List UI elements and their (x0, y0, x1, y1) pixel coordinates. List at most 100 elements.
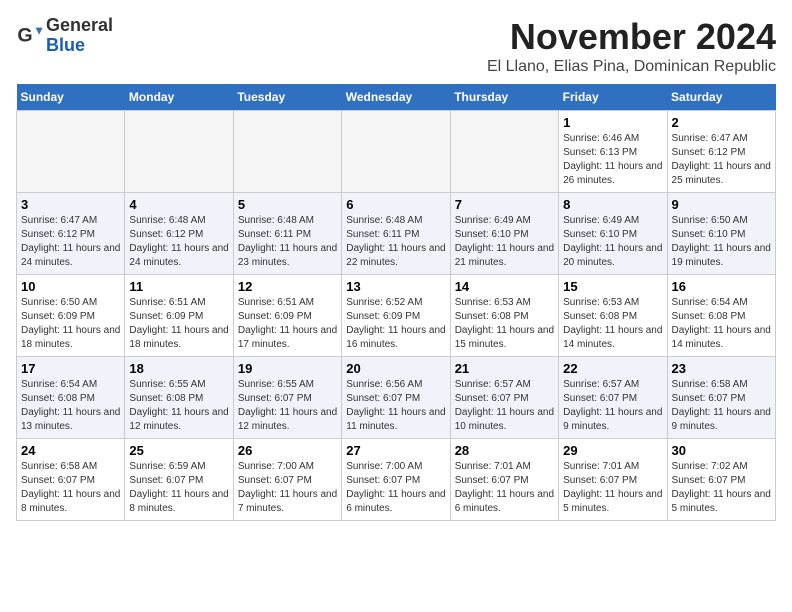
logo-blue: Blue (46, 35, 85, 55)
calendar-day-cell (450, 111, 558, 193)
day-number: 6 (346, 197, 445, 212)
day-info: Sunrise: 6:57 AM Sunset: 6:07 PM Dayligh… (563, 378, 662, 434)
calendar-week-row: 3Sunrise: 6:47 AM Sunset: 6:12 PM Daylig… (17, 193, 776, 275)
day-number: 1 (563, 115, 662, 130)
day-number: 25 (129, 443, 228, 458)
day-number: 4 (129, 197, 228, 212)
day-number: 15 (563, 279, 662, 294)
calendar-day-cell: 28 Sunrise: 7:01 AM Sunset: 6:07 PM Dayli… (450, 439, 558, 521)
calendar-day-cell: 8Sunrise: 6:49 AM Sunset: 6:10 PM Daylig… (559, 193, 667, 275)
calendar-day-cell: 23 Sunrise: 6:58 AM Sunset: 6:07 PM Dayli… (667, 357, 775, 439)
calendar-day-cell: 26 Sunrise: 7:00 AM Sunset: 6:07 PM Dayli… (233, 439, 341, 521)
calendar-day-cell: 7 Sunrise: 6:49 AM Sunset: 6:10 PM Daylig… (450, 193, 558, 275)
calendar-day-cell: 4 Sunrise: 6:48 AM Sunset: 6:12 PM Daylig… (125, 193, 233, 275)
day-number: 22 (563, 361, 662, 376)
day-info: Sunrise: 6:47 AM Sunset: 6:12 PM Dayligh… (21, 214, 120, 270)
day-info: Sunrise: 6:53 AM Sunset: 6:08 PM Dayligh… (563, 296, 662, 352)
calendar-body: 1 Sunrise: 6:46 AM Sunset: 6:13 PM Daylig… (17, 111, 776, 521)
calendar-day-cell: 11 Sunrise: 6:51 AM Sunset: 6:09 PM Dayli… (125, 275, 233, 357)
calendar-day-cell: 25 Sunrise: 6:59 AM Sunset: 6:07 PM Dayli… (125, 439, 233, 521)
calendar-day-cell (233, 111, 341, 193)
day-info: Sunrise: 6:51 AM Sunset: 6:09 PM Dayligh… (129, 296, 228, 352)
day-info: Sunrise: 6:50 AM Sunset: 6:09 PM Dayligh… (21, 296, 120, 352)
day-info: Sunrise: 6:48 AM Sunset: 6:11 PM Dayligh… (238, 214, 337, 270)
day-info: Sunrise: 6:48 AM Sunset: 6:12 PM Dayligh… (129, 214, 228, 270)
calendar-week-row: 10Sunrise: 6:50 AM Sunset: 6:09 PM Dayli… (17, 275, 776, 357)
day-number: 21 (455, 361, 554, 376)
day-number: 29 (563, 443, 662, 458)
calendar-day-cell: 12 Sunrise: 6:51 AM Sunset: 6:09 PM Dayli… (233, 275, 341, 357)
day-info: Sunrise: 6:57 AM Sunset: 6:07 PM Dayligh… (455, 378, 554, 434)
day-info: Sunrise: 6:46 AM Sunset: 6:13 PM Dayligh… (563, 132, 662, 188)
calendar-day-cell: 15 Sunrise: 6:53 AM Sunset: 6:08 PM Dayli… (559, 275, 667, 357)
day-number: 19 (238, 361, 337, 376)
calendar-day-cell: 19Sunrise: 6:55 AM Sunset: 6:07 PM Dayli… (233, 357, 341, 439)
day-info: Sunrise: 6:59 AM Sunset: 6:07 PM Dayligh… (129, 460, 228, 516)
calendar-day-cell: 18 Sunrise: 6:55 AM Sunset: 6:08 PM Dayli… (125, 357, 233, 439)
calendar-day-cell: 24Sunrise: 6:58 AM Sunset: 6:07 PM Dayli… (17, 439, 125, 521)
day-info: Sunrise: 7:00 AM Sunset: 6:07 PM Dayligh… (346, 460, 445, 516)
day-number: 12 (238, 279, 337, 294)
day-info: Sunrise: 7:01 AM Sunset: 6:07 PM Dayligh… (455, 460, 554, 516)
weekday-header-cell: Friday (559, 84, 667, 111)
day-number: 26 (238, 443, 337, 458)
weekday-header-row: SundayMondayTuesdayWednesdayThursdayFrid… (17, 84, 776, 111)
day-info: Sunrise: 6:55 AM Sunset: 6:08 PM Dayligh… (129, 378, 228, 434)
calendar-day-cell: 27Sunrise: 7:00 AM Sunset: 6:07 PM Dayli… (342, 439, 450, 521)
logo-general: General (46, 15, 113, 35)
day-info: Sunrise: 6:53 AM Sunset: 6:08 PM Dayligh… (455, 296, 554, 352)
day-info: Sunrise: 6:50 AM Sunset: 6:10 PM Dayligh… (672, 214, 771, 270)
month-title: November 2024 (487, 16, 776, 58)
day-number: 13 (346, 279, 445, 294)
calendar-day-cell (17, 111, 125, 193)
calendar-week-row: 1 Sunrise: 6:46 AM Sunset: 6:13 PM Daylig… (17, 111, 776, 193)
weekday-header-cell: Monday (125, 84, 233, 111)
calendar-day-cell: 9Sunrise: 6:50 AM Sunset: 6:10 PM Daylig… (667, 193, 775, 275)
day-info: Sunrise: 6:48 AM Sunset: 6:11 PM Dayligh… (346, 214, 445, 270)
day-info: Sunrise: 7:02 AM Sunset: 6:07 PM Dayligh… (672, 460, 771, 516)
calendar-week-row: 24Sunrise: 6:58 AM Sunset: 6:07 PM Dayli… (17, 439, 776, 521)
calendar-day-cell: 13 Sunrise: 6:52 AM Sunset: 6:09 PM Dayli… (342, 275, 450, 357)
weekday-header-cell: Sunday (17, 84, 125, 111)
calendar-day-cell: 5Sunrise: 6:48 AM Sunset: 6:11 PM Daylig… (233, 193, 341, 275)
title-area: November 2024 El Llano, Elias Pina, Domi… (487, 16, 776, 76)
day-number: 18 (129, 361, 228, 376)
day-info: Sunrise: 6:56 AM Sunset: 6:07 PM Dayligh… (346, 378, 445, 434)
calendar-day-cell: 29 Sunrise: 7:01 AM Sunset: 6:07 PM Dayli… (559, 439, 667, 521)
calendar-day-cell: 16 Sunrise: 6:54 AM Sunset: 6:08 PM Dayli… (667, 275, 775, 357)
calendar-day-cell: 17Sunrise: 6:54 AM Sunset: 6:08 PM Dayli… (17, 357, 125, 439)
general-blue-icon: G (16, 22, 44, 50)
day-info: Sunrise: 7:01 AM Sunset: 6:07 PM Dayligh… (563, 460, 662, 516)
day-info: Sunrise: 7:00 AM Sunset: 6:07 PM Dayligh… (238, 460, 337, 516)
header: G General Blue November 2024 El Llano, E… (16, 16, 776, 76)
day-number: 7 (455, 197, 554, 212)
calendar-day-cell: 6 Sunrise: 6:48 AM Sunset: 6:11 PM Daylig… (342, 193, 450, 275)
day-number: 17 (21, 361, 120, 376)
weekday-header-cell: Tuesday (233, 84, 341, 111)
day-info: Sunrise: 6:58 AM Sunset: 6:07 PM Dayligh… (21, 460, 120, 516)
calendar-day-cell: 10Sunrise: 6:50 AM Sunset: 6:09 PM Dayli… (17, 275, 125, 357)
calendar-table: SundayMondayTuesdayWednesdayThursdayFrid… (16, 84, 776, 521)
day-number: 30 (672, 443, 771, 458)
day-number: 16 (672, 279, 771, 294)
weekday-header-cell: Wednesday (342, 84, 450, 111)
day-info: Sunrise: 6:47 AM Sunset: 6:12 PM Dayligh… (672, 132, 771, 188)
day-info: Sunrise: 6:54 AM Sunset: 6:08 PM Dayligh… (672, 296, 771, 352)
day-number: 20 (346, 361, 445, 376)
day-number: 28 (455, 443, 554, 458)
logo: G General Blue (16, 16, 113, 56)
day-info: Sunrise: 6:51 AM Sunset: 6:09 PM Dayligh… (238, 296, 337, 352)
location: El Llano, Elias Pina, Dominican Republic (487, 58, 776, 76)
day-number: 2 (672, 115, 771, 130)
day-info: Sunrise: 6:49 AM Sunset: 6:10 PM Dayligh… (455, 214, 554, 270)
day-info: Sunrise: 6:58 AM Sunset: 6:07 PM Dayligh… (672, 378, 771, 434)
calendar-day-cell: 1 Sunrise: 6:46 AM Sunset: 6:13 PM Daylig… (559, 111, 667, 193)
calendar-day-cell (125, 111, 233, 193)
calendar-week-row: 17Sunrise: 6:54 AM Sunset: 6:08 PM Dayli… (17, 357, 776, 439)
calendar-day-cell: 30 Sunrise: 7:02 AM Sunset: 6:07 PM Dayli… (667, 439, 775, 521)
day-number: 11 (129, 279, 228, 294)
day-number: 8 (563, 197, 662, 212)
day-info: Sunrise: 6:52 AM Sunset: 6:09 PM Dayligh… (346, 296, 445, 352)
day-number: 23 (672, 361, 771, 376)
svg-text:G: G (17, 24, 32, 46)
